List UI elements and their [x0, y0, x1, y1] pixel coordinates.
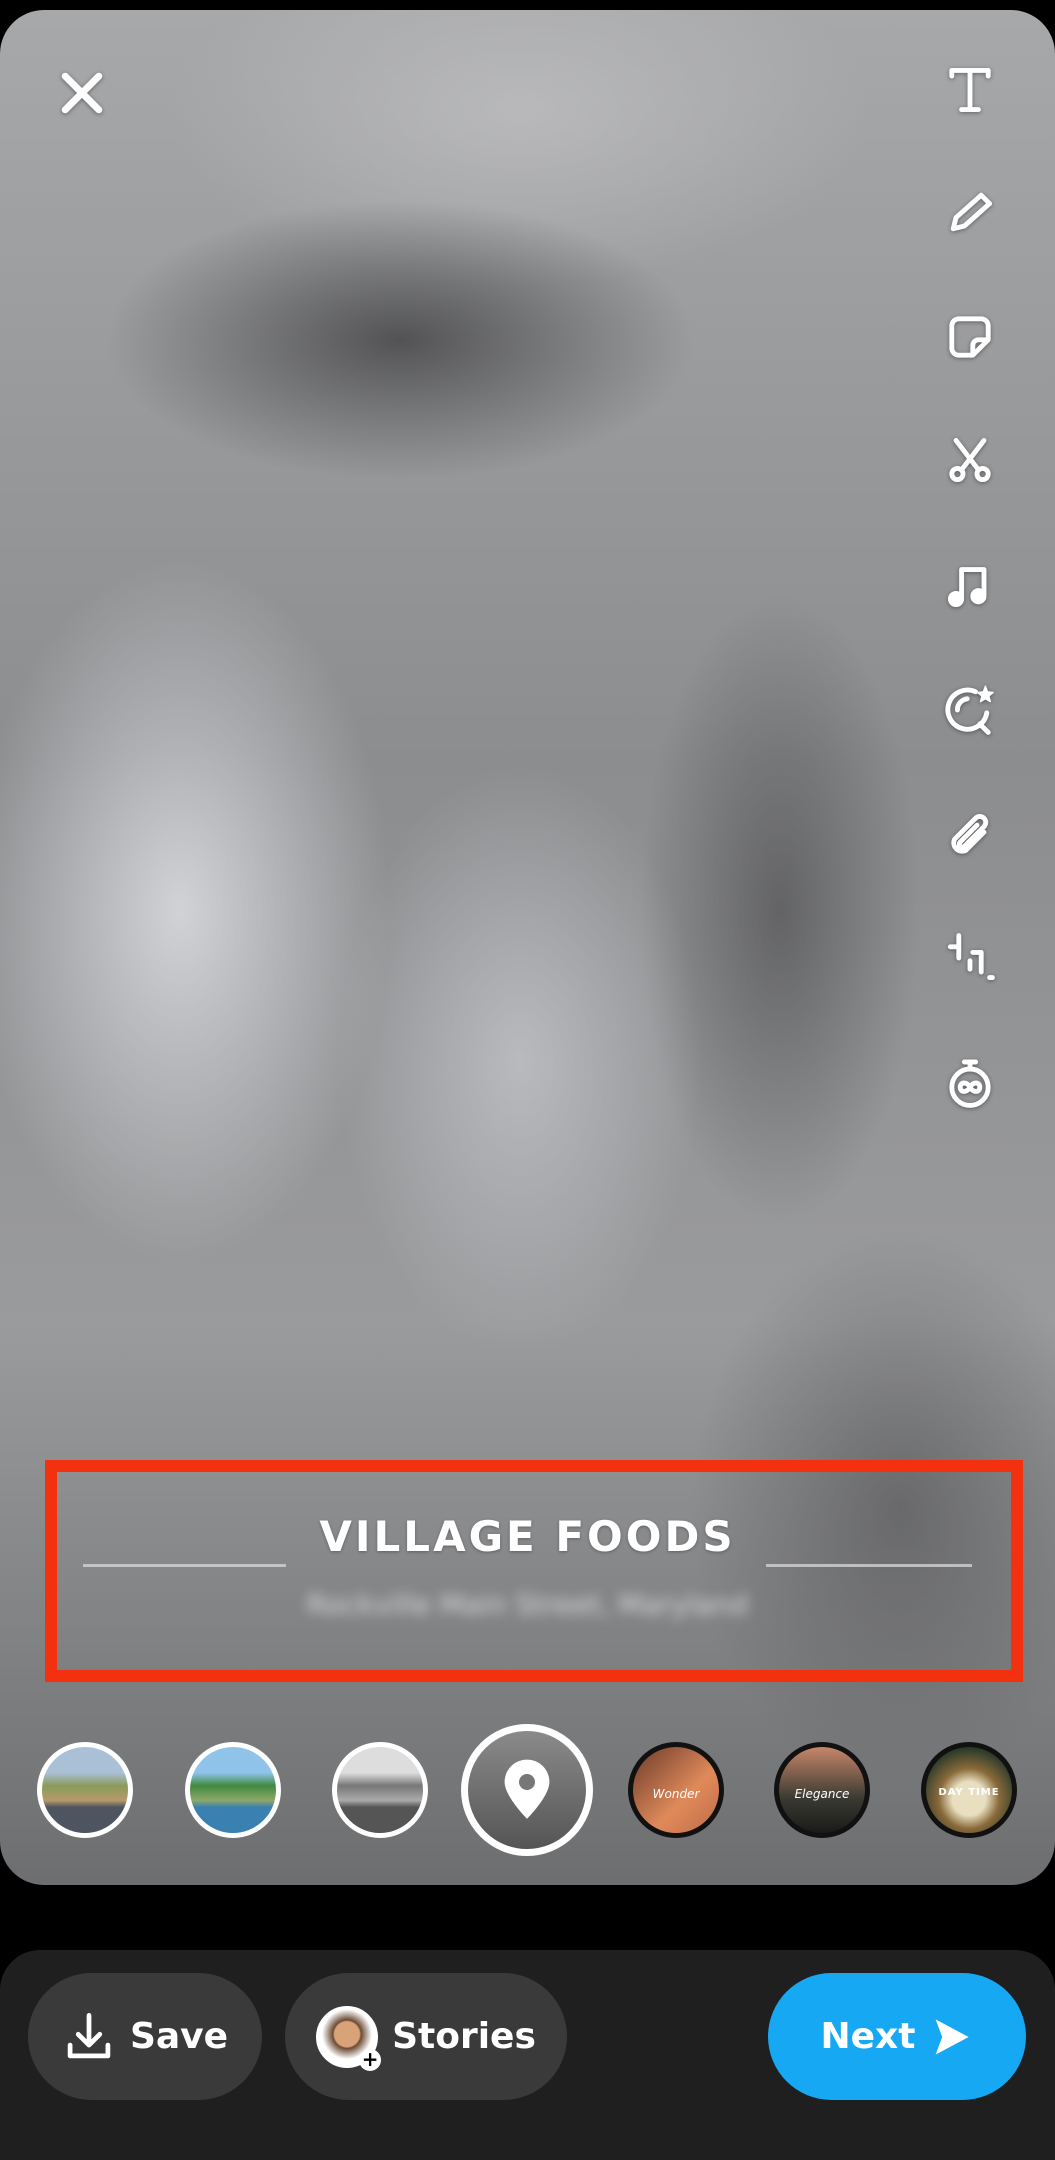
bitmoji-avatar: + [316, 2005, 382, 2071]
save-button[interactable]: Save [28, 1973, 262, 2100]
add-icon: + [359, 2048, 382, 2071]
filter-daytime[interactable]: DAY TIME [921, 1742, 1017, 1838]
stories-label: Stories [392, 2016, 536, 2057]
filter-landscape-bw[interactable] [332, 1742, 428, 1838]
text-icon[interactable] [940, 60, 1000, 120]
filter-location[interactable] [461, 1724, 593, 1856]
filter-elegance[interactable]: Elegance [774, 1742, 870, 1838]
send-arrow-icon [936, 2018, 970, 2055]
filter-landscape-vivid[interactable] [185, 1742, 281, 1838]
filter-wonder[interactable]: Wonder [628, 1742, 724, 1838]
pencil-icon[interactable] [940, 182, 1000, 242]
geofilter-subtitle-blurred: Rockville Main Street, Maryland [306, 1588, 749, 1621]
divider-left [83, 1564, 286, 1567]
next-label: Next [820, 2016, 916, 2057]
close-icon[interactable] [52, 63, 112, 123]
crop-icon[interactable] [940, 928, 1000, 988]
download-icon [67, 2012, 111, 2058]
paperclip-icon[interactable] [940, 805, 1000, 865]
geofilter-venue-name[interactable]: VILLAGE FOODS [0, 1512, 1055, 1561]
save-label: Save [129, 2016, 229, 2057]
next-button[interactable]: Next [768, 1973, 1026, 2100]
location-pin-icon [504, 1759, 550, 1819]
scissors-icon[interactable] [940, 430, 1000, 490]
timer-icon[interactable] [940, 1053, 1000, 1113]
stories-button[interactable]: + Stories [285, 1973, 567, 2100]
lens-star-icon[interactable] [940, 680, 1000, 740]
sticker-icon[interactable] [940, 307, 1000, 367]
music-icon[interactable] [940, 555, 1000, 615]
highlight-box [45, 1460, 1023, 1682]
divider-right [766, 1564, 972, 1567]
filter-landscape-warm[interactable] [37, 1742, 133, 1838]
